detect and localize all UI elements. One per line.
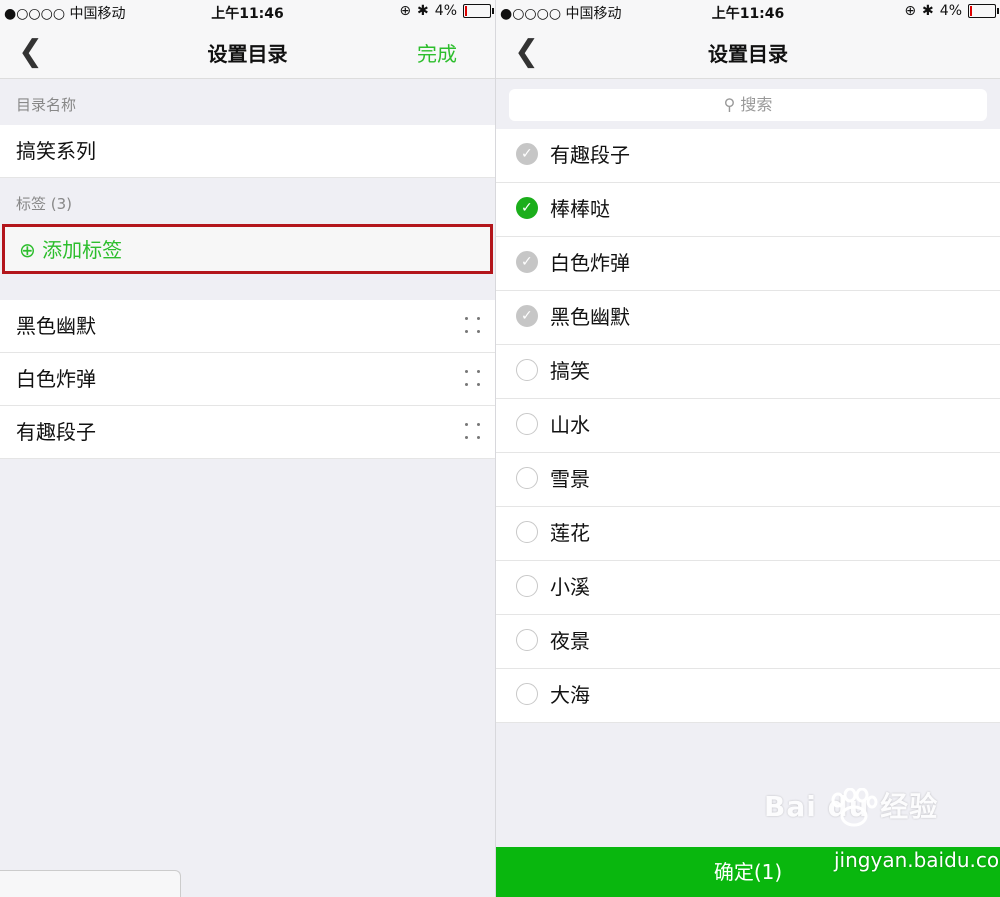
search-icon: ⚲ — [723, 95, 736, 114]
drag-handle-icon[interactable] — [465, 317, 481, 335]
status-bar-right: ●○○○○ 中国移动 上午11:46 ⊕ ✱ 4% — [496, 0, 1000, 24]
checkmark-icon[interactable]: ✓ — [516, 197, 538, 219]
drag-handle-icon[interactable] — [465, 423, 481, 441]
tag-list: 黑色幽默白色炸弹有趣段子 — [0, 300, 495, 459]
tag-option-row[interactable]: 莲花 — [496, 507, 1000, 561]
tag-option-label: 棒棒哒 — [550, 197, 610, 221]
tag-option-label: 雪景 — [550, 467, 590, 491]
battery-percent: 4% — [434, 3, 457, 19]
tag-option-row[interactable]: ✓ 棒棒哒 — [496, 183, 1000, 237]
radio-unchecked-icon[interactable] — [516, 575, 538, 597]
tag-option-label: 小溪 — [550, 575, 590, 599]
tag-option-row[interactable]: ✓ 有趣段子 — [496, 129, 1000, 183]
search-wrap: ⚲ 搜索 — [496, 79, 1000, 129]
tag-row[interactable]: 黑色幽默 — [0, 300, 495, 353]
tag-option-row[interactable]: 夜景 — [496, 615, 1000, 669]
tag-row[interactable]: 白色炸弹 — [0, 353, 495, 406]
tag-label: 白色炸弹 — [16, 367, 96, 391]
checkmark-icon[interactable]: ✓ — [516, 143, 538, 165]
tag-option-label: 黑色幽默 — [550, 305, 630, 329]
radio-unchecked-icon[interactable] — [516, 521, 538, 543]
rotation-lock-icon: ⊕ — [399, 3, 412, 19]
nav-bar: ❮ 设置目录 完成 — [0, 24, 495, 79]
tag-option-row[interactable]: 雪景 — [496, 453, 1000, 507]
tag-option-label: 搞笑 — [550, 359, 590, 383]
tag-option-label: 白色炸弹 — [550, 251, 630, 275]
tag-select-list: ✓ 有趣段子 ✓ 棒棒哒 ✓ 白色炸弹 ✓ 黑色幽默搞笑山水雪景莲花小溪夜景大海 — [496, 129, 1000, 723]
done-button[interactable]: 完成 — [417, 38, 457, 67]
tag-option-label: 大海 — [550, 683, 590, 707]
tag-row[interactable]: 有趣段子 — [0, 406, 495, 459]
bottom-fragment — [0, 870, 181, 897]
checkmark-icon[interactable]: ✓ — [516, 305, 538, 327]
tag-option-row[interactable]: ✓ 白色炸弹 — [496, 237, 1000, 291]
left-screen: ●○○○○ 中国移动 上午11:46 ⊕ ✱ 4% ❮ 设置目录 完成 目录名称… — [0, 0, 495, 897]
bluetooth-icon: ✱ — [417, 3, 429, 19]
tag-option-label: 莲花 — [550, 521, 590, 545]
tag-option-row[interactable]: ✓ 黑色幽默 — [496, 291, 1000, 345]
battery-icon — [968, 4, 999, 18]
radio-unchecked-icon[interactable] — [516, 413, 538, 435]
bluetooth-icon: ✱ — [922, 3, 934, 19]
nav-bar-right: ❮ 设置目录 — [496, 24, 1000, 79]
tag-option-row[interactable]: 搞笑 — [496, 345, 1000, 399]
paw-logo-icon — [831, 788, 878, 827]
directory-name-field[interactable]: 搞笑系列 — [0, 125, 495, 178]
status-right: ⊕ ✱ 4% — [399, 3, 494, 19]
drag-handle-icon[interactable] — [465, 370, 481, 388]
watermark-url: jingyan.baidu.com — [834, 848, 1000, 872]
radio-unchecked-icon[interactable] — [516, 359, 538, 381]
rotation-lock-icon: ⊕ — [904, 3, 917, 19]
battery-percent: 4% — [939, 3, 962, 19]
tags-section-header: 标签 (3) — [16, 195, 73, 213]
tag-option-label: 夜景 — [550, 629, 590, 653]
right-screen: ●○○○○ 中国移动 上午11:46 ⊕ ✱ 4% ❮ 设置目录 ⚲ 搜索 ✓ 有… — [496, 0, 1000, 897]
add-tag-button[interactable]: ⊕ 添加标签 — [2, 224, 493, 274]
radio-unchecked-icon[interactable] — [516, 467, 538, 489]
battery-icon — [463, 4, 494, 18]
radio-unchecked-icon[interactable] — [516, 629, 538, 651]
tag-option-label: 有趣段子 — [550, 143, 630, 167]
name-section-header: 目录名称 — [16, 96, 77, 114]
tag-option-row[interactable]: 山水 — [496, 399, 1000, 453]
status-bar: ●○○○○ 中国移动 上午11:46 ⊕ ✱ 4% — [0, 0, 495, 24]
tag-label: 有趣段子 — [16, 420, 96, 444]
tag-option-label: 山水 — [550, 413, 590, 437]
checkmark-icon[interactable]: ✓ — [516, 251, 538, 273]
tag-option-row[interactable]: 小溪 — [496, 561, 1000, 615]
tag-option-row[interactable]: 大海 — [496, 669, 1000, 723]
search-placeholder: 搜索 — [740, 95, 773, 114]
status-right: ⊕ ✱ 4% — [904, 3, 999, 19]
tag-label: 黑色幽默 — [16, 314, 96, 338]
search-input[interactable]: ⚲ 搜索 — [509, 89, 987, 121]
page-title: 设置目录 — [708, 42, 788, 66]
radio-unchecked-icon[interactable] — [516, 683, 538, 705]
